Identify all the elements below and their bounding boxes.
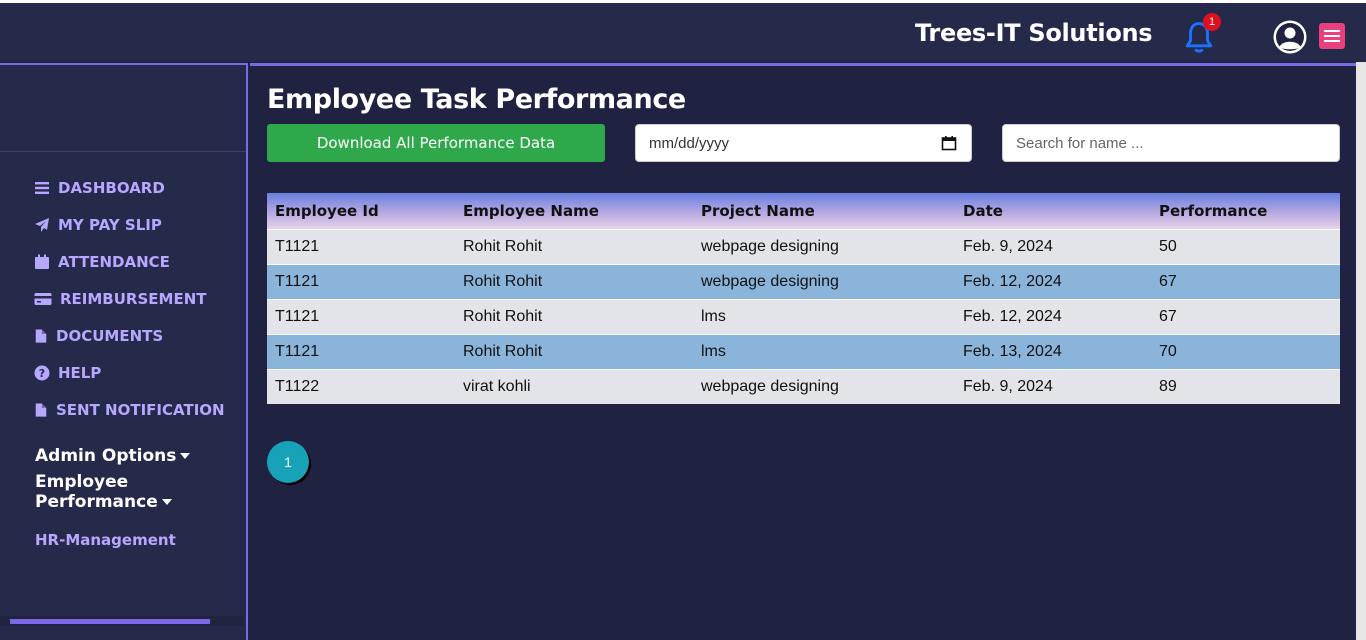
table-row: T1121 Rohit Rohit webpage designing Feb.… [267,263,1340,299]
sidebar-item-label: MY PAY SLIP [58,216,162,234]
column-header[interactable]: Employee Id [267,193,455,229]
project-name-cell: lms [693,298,955,334]
sidebar-item-my-pay-slip[interactable]: MY PAY SLIP [34,216,162,234]
table-row: T1121 Rohit Rohit webpage designing Feb.… [267,228,1340,264]
project-name-cell: lms [693,333,955,369]
pagination-page-button[interactable]: 1 [267,441,309,483]
vertical-scrollbar[interactable] [1356,62,1366,640]
top-navbar: Trees-IT Solutions 1 [0,0,1366,62]
brand-title: Trees-IT Solutions [915,19,1153,47]
column-header[interactable]: Employee Name [455,193,693,229]
employee-performance-label: Employee Performance [35,472,158,512]
column-header[interactable]: Date [955,193,1151,229]
question-circle-icon: ? [34,365,50,381]
sidebar-item-attendance[interactable]: ATTENDANCE [34,253,170,271]
performance-cell: 89 [1151,368,1340,404]
employee-performance-dropdown[interactable]: Employee Performance [35,472,246,512]
sidebar-item-label: REIMBURSEMENT [60,290,207,308]
date-cell: Feb. 12, 2024 [955,263,1151,299]
user-avatar-icon[interactable] [1272,19,1308,55]
date-placeholder: mm/dd/yyyy [649,135,730,152]
paper-plane-icon [35,218,49,232]
download-all-performance-button[interactable]: Download All Performance Data [267,124,605,162]
employee-name-cell: virat kohli [455,368,693,404]
main-divider [250,63,1356,66]
date-cell: Feb. 9, 2024 [955,228,1151,264]
menu-toggle-button[interactable] [1319,23,1345,49]
date-filter-input[interactable]: mm/dd/yyyy [635,124,972,162]
employee-name-cell: Rohit Rohit [455,298,693,334]
sidebar-item-sent-notification[interactable]: SENT NOTIFICATION [34,401,225,419]
employee-id-cell: T1121 [267,228,455,264]
admin-options-label: Admin Options [35,446,177,466]
caret-down-icon [161,499,172,505]
sidebar-item-label: ATTENDANCE [58,253,170,271]
admin-options-dropdown[interactable]: Admin Options [35,446,191,466]
table-row: T1121 Rohit Rohit lms Feb. 12, 2024 67 [267,298,1340,334]
project-name-cell: webpage designing [693,228,955,264]
performance-cell: 70 [1151,333,1340,369]
sidebar-item-label: DOCUMENTS [56,327,164,345]
performance-cell: 50 [1151,228,1340,264]
calendar-icon [35,254,49,269]
performance-cell: 67 [1151,263,1340,299]
sidebar-item-help[interactable]: ? HELP [34,364,101,382]
employee-id-cell: T1121 [267,333,455,369]
employee-name-cell: Rohit Rohit [455,263,693,299]
sidebar-item-documents[interactable]: DOCUMENTS [34,327,163,345]
svg-text:?: ? [39,367,45,380]
search-name-input[interactable] [1002,124,1340,162]
bars-icon [35,182,49,194]
performance-cell: 67 [1151,298,1340,334]
scrollbar-thumb[interactable] [10,619,210,624]
employee-id-cell: T1121 [267,298,455,334]
date-cell: Feb. 9, 2024 [955,368,1151,404]
table-row: T1122 virat kohli webpage designing Feb.… [267,368,1340,404]
sidebar-item-label: HELP [58,364,102,382]
employee-name-cell: Rohit Rohit [455,333,693,369]
project-name-cell: webpage designing [693,263,955,299]
hr-management-link[interactable]: HR-Management [35,531,176,549]
sidebar-item-label: SENT NOTIFICATION [56,401,225,419]
column-header[interactable]: Project Name [693,193,955,229]
performance-table: Employee Id Employee Name Project Name D… [267,193,1340,404]
page-title: Employee Task Performance [267,84,686,115]
caret-down-icon [180,453,191,459]
table-header-row: Employee Id Employee Name Project Name D… [267,193,1340,229]
employee-name-cell: Rohit Rohit [455,228,693,264]
sidebar: DASHBOARD MY PAY SLIP ATTENDANCE REIMBUR… [0,63,248,640]
date-cell: Feb. 13, 2024 [955,333,1151,369]
project-name-cell: webpage designing [693,368,955,404]
sidebar-horizontal-scrollbar[interactable] [0,616,244,626]
employee-id-cell: T1122 [267,368,455,404]
employee-id-cell: T1121 [267,263,455,299]
sidebar-divider [0,151,246,152]
table-row: T1121 Rohit Rohit lms Feb. 13, 2024 70 [267,333,1340,369]
sidebar-item-reimbursement[interactable]: REIMBURSEMENT [34,290,206,308]
credit-card-icon [34,293,52,305]
sidebar-item-label: DASHBOARD [58,179,165,197]
file-icon [35,403,47,417]
sidebar-item-dashboard[interactable]: DASHBOARD [34,179,165,197]
column-header[interactable]: Performance [1151,193,1340,229]
calendar-icon[interactable] [941,135,957,151]
notification-badge: 1 [1203,13,1221,31]
date-cell: Feb. 12, 2024 [955,298,1151,334]
file-icon [35,329,47,343]
